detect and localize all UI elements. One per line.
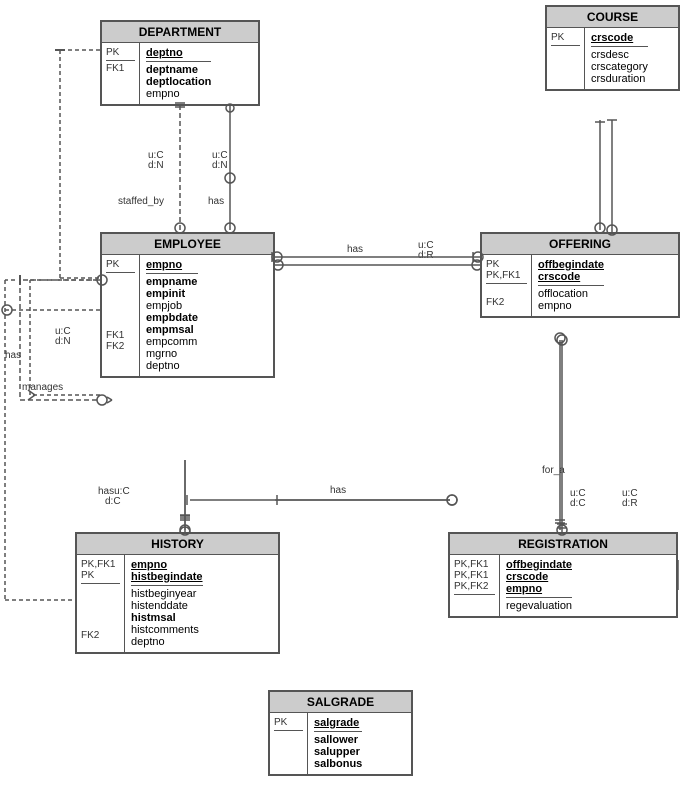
reg-pkfk1b-label: PK,FK1 [454, 570, 488, 581]
has-label-bottom: has [330, 485, 346, 496]
hist-histbeginyear: histbeginyear [131, 588, 203, 600]
dept-empno: empno [146, 88, 211, 100]
reg-crscode: crscode [506, 571, 572, 583]
for-a-label: for_a [542, 465, 565, 476]
course-title: COURSE [547, 7, 678, 28]
reg-pkfk2-label: PK,FK2 [454, 581, 488, 592]
emp-fk1-label: FK1 [106, 330, 124, 341]
course-crscategory: crscategory [591, 61, 648, 73]
sal-pk-label: PK [274, 717, 287, 728]
off-pk-label: PK [486, 259, 499, 270]
off-offlocation: offlocation [538, 288, 604, 300]
department-entity: DEPARTMENT PK FK1 deptno deptname deptlo… [100, 20, 260, 106]
salgrade-title: SALGRADE [270, 692, 411, 713]
card-dn-2: d:N [148, 160, 164, 171]
dept-deptname: deptname [146, 64, 211, 76]
emp-fk2-label: FK2 [106, 341, 124, 352]
emp-empno: empno [146, 259, 198, 271]
hist-deptno: deptno [131, 636, 203, 648]
relationship-lines-2: has [0, 0, 690, 803]
offering-title: OFFERING [482, 234, 678, 255]
emp-empcomm: empcomm [146, 336, 198, 348]
off-offbegindate: offbegindate [538, 259, 604, 271]
reg-pkfk1a-label: PK,FK1 [454, 559, 488, 570]
dept-deptno: deptno [146, 47, 211, 59]
emp-empmsal: empmsal [146, 324, 198, 336]
has-label-1: has [208, 196, 224, 207]
emp-mgrno: mgrno [146, 348, 198, 360]
emp-empbdate: empbdate [146, 312, 198, 324]
hist-histbegindate: histbegindate [131, 571, 203, 583]
card-dr-reg2: d:R [622, 498, 638, 509]
off-empno: empno [538, 300, 604, 312]
has-label-left: has [5, 350, 21, 361]
card-dn-1: d:N [212, 160, 228, 171]
reg-regevaluation: regevaluation [506, 600, 572, 612]
erd-diagram: DEPARTMENT PK FK1 deptno deptname deptlo… [0, 0, 690, 803]
dept-pk-label: PK [106, 47, 119, 58]
manages-label: manages [22, 382, 63, 393]
hist-fk2-label: FK2 [81, 630, 99, 641]
dept-deptlocation: deptlocation [146, 76, 211, 88]
employee-title: EMPLOYEE [102, 234, 273, 255]
staffed-by-label: staffed_by [118, 196, 164, 207]
offering-entity: OFFERING PK PK,FK1 FK2 offbegindate crsc… [480, 232, 680, 318]
emp-empname: empname [146, 276, 198, 288]
dept-fk1-label: FK1 [106, 63, 124, 74]
svg-text:has: has [347, 244, 363, 255]
history-title: HISTORY [77, 534, 278, 555]
card-dr-off: d:R [418, 250, 434, 261]
hist-empno: empno [131, 559, 203, 571]
off-pkfk1-label: PK,FK1 [486, 270, 520, 281]
emp-pk-label: PK [106, 259, 119, 270]
relationship-lines [0, 0, 690, 803]
sal-salgrade: salgrade [314, 717, 362, 729]
employee-entity: EMPLOYEE PK FK1 FK2 empno [100, 232, 275, 378]
card-dc-reg1: d:C [570, 498, 586, 509]
department-title: DEPARTMENT [102, 22, 258, 43]
sal-sallower: sallower [314, 734, 362, 746]
hist-histenddate: histenddate [131, 600, 203, 612]
reg-offbegindate: offbegindate [506, 559, 572, 571]
off-crscode: crscode [538, 271, 604, 283]
off-fk2-label: FK2 [486, 297, 504, 308]
registration-entity: REGISTRATION PK,FK1 PK,FK1 PK,FK2 offbeg… [448, 532, 678, 618]
course-pk-label: PK [551, 32, 564, 43]
history-entity: HISTORY PK,FK1 PK FK2 empno histbeg [75, 532, 280, 654]
hist-histcomments: histcomments [131, 624, 203, 636]
salgrade-entity: SALGRADE PK salgrade sallower salupper s… [268, 690, 413, 776]
course-entity: COURSE PK crscode crsdesc crscategory cr… [545, 5, 680, 91]
course-crsduration: crsduration [591, 73, 648, 85]
emp-empjob: empjob [146, 300, 198, 312]
card-dc: d:C [105, 496, 121, 507]
hist-pk-label: PK [81, 570, 94, 581]
card-dn-3: d:N [55, 336, 71, 347]
emp-deptno: deptno [146, 360, 198, 372]
course-crsdesc: crsdesc [591, 49, 648, 61]
emp-empinit: empinit [146, 288, 198, 300]
sal-salupper: salupper [314, 746, 362, 758]
course-crscode: crscode [591, 32, 648, 44]
registration-title: REGISTRATION [450, 534, 676, 555]
hist-pkfk1-label: PK,FK1 [81, 559, 115, 570]
sal-salbonus: salbonus [314, 758, 362, 770]
reg-empno: empno [506, 583, 572, 595]
hist-histmsal: histmsal [131, 612, 203, 624]
